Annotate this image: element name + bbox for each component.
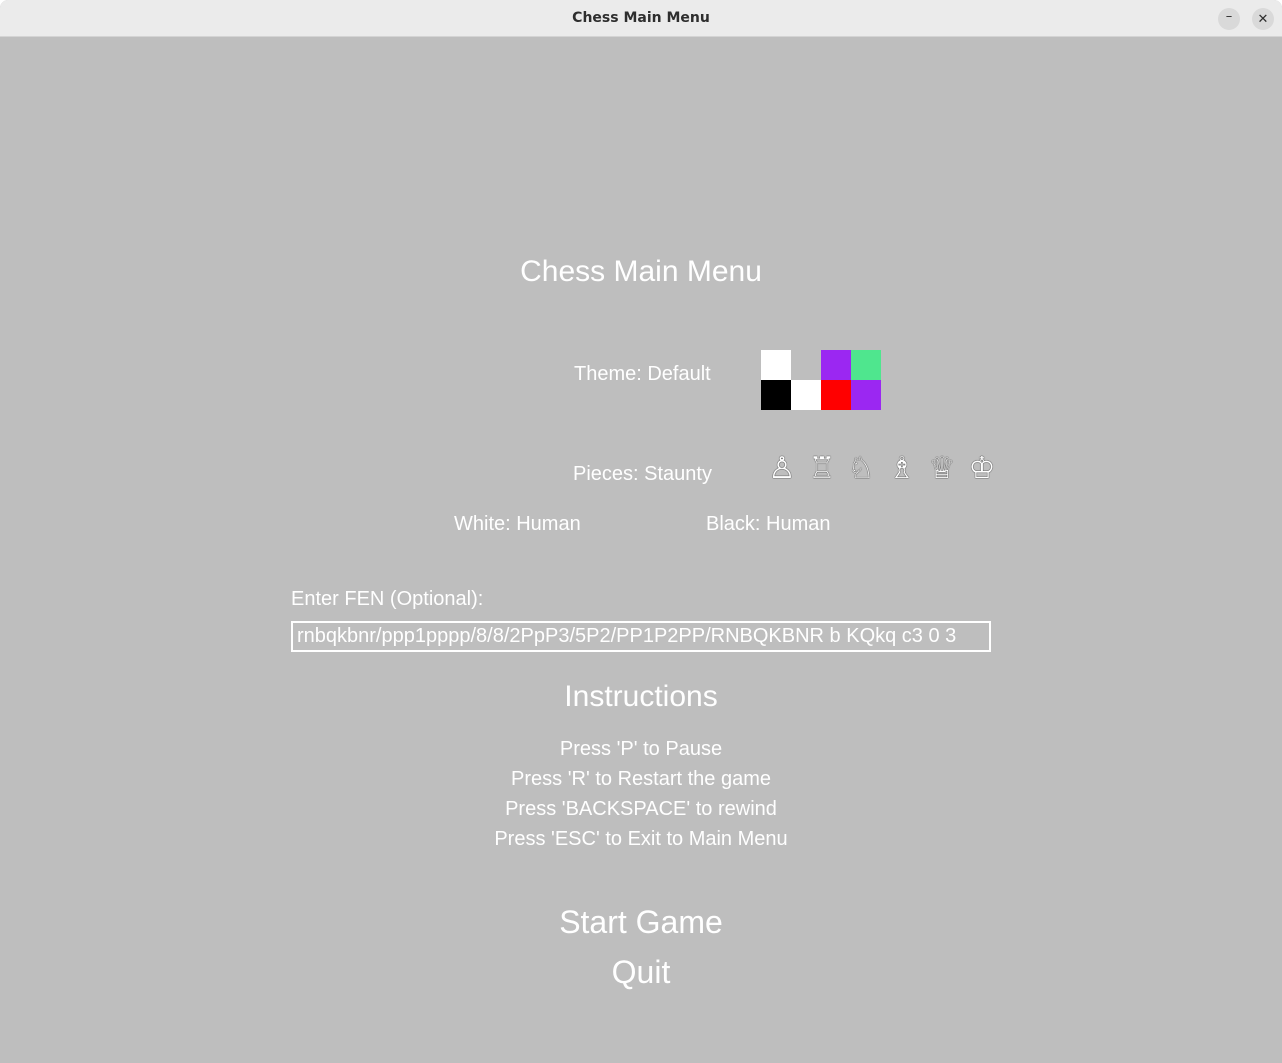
black-player-selector[interactable]: Black: Human	[706, 513, 831, 536]
theme-selector[interactable]: Theme: Default	[574, 363, 711, 386]
start-game-button[interactable]: Start Game	[0, 904, 1282, 941]
theme-swatch	[851, 380, 881, 410]
theme-swatch	[761, 380, 791, 410]
bishop-icon: ♗	[888, 451, 916, 486]
pawn-icon: ♙	[768, 451, 796, 486]
queen-icon: ♕	[928, 451, 956, 486]
app-window: Chess Main Menu – ✕ Chess Main Menu Them…	[0, 0, 1282, 1063]
menu-heading: Chess Main Menu	[520, 255, 762, 288]
instruction-line: Press 'ESC' to Exit to Main Menu	[494, 828, 788, 850]
knight-icon: ♘	[847, 451, 875, 486]
instruction-line: Press 'R' to Restart the game	[511, 768, 771, 790]
instructions-title: Instructions	[564, 680, 718, 713]
king-icon: ♔	[968, 451, 996, 486]
main-menu: Chess Main Menu Theme: Default Pieces: S…	[0, 37, 1282, 1063]
theme-swatch	[821, 350, 851, 380]
rook-icon: ♖	[808, 451, 836, 486]
window-title: Chess Main Menu	[572, 10, 710, 26]
theme-swatch	[821, 380, 851, 410]
minimize-button[interactable]: –	[1218, 8, 1240, 30]
pieces-selector[interactable]: Pieces: Staunty	[573, 463, 712, 486]
fen-input[interactable]	[291, 621, 991, 652]
minimize-icon: –	[1225, 8, 1233, 24]
theme-swatch	[791, 350, 821, 380]
theme-swatch	[791, 380, 821, 410]
instruction-line: Press 'P' to Pause	[559, 738, 723, 760]
fen-label: Enter FEN (Optional):	[291, 588, 484, 610]
theme-swatch	[851, 350, 881, 380]
title-bar[interactable]: Chess Main Menu – ✕	[0, 0, 1282, 37]
instruction-line: Press 'BACKSPACE' to rewind	[505, 798, 777, 820]
close-button[interactable]: ✕	[1252, 8, 1274, 30]
white-player-selector[interactable]: White: Human	[454, 513, 581, 536]
quit-button[interactable]: Quit	[0, 954, 1282, 991]
theme-swatch	[761, 350, 791, 380]
close-icon: ✕	[1257, 11, 1269, 27]
